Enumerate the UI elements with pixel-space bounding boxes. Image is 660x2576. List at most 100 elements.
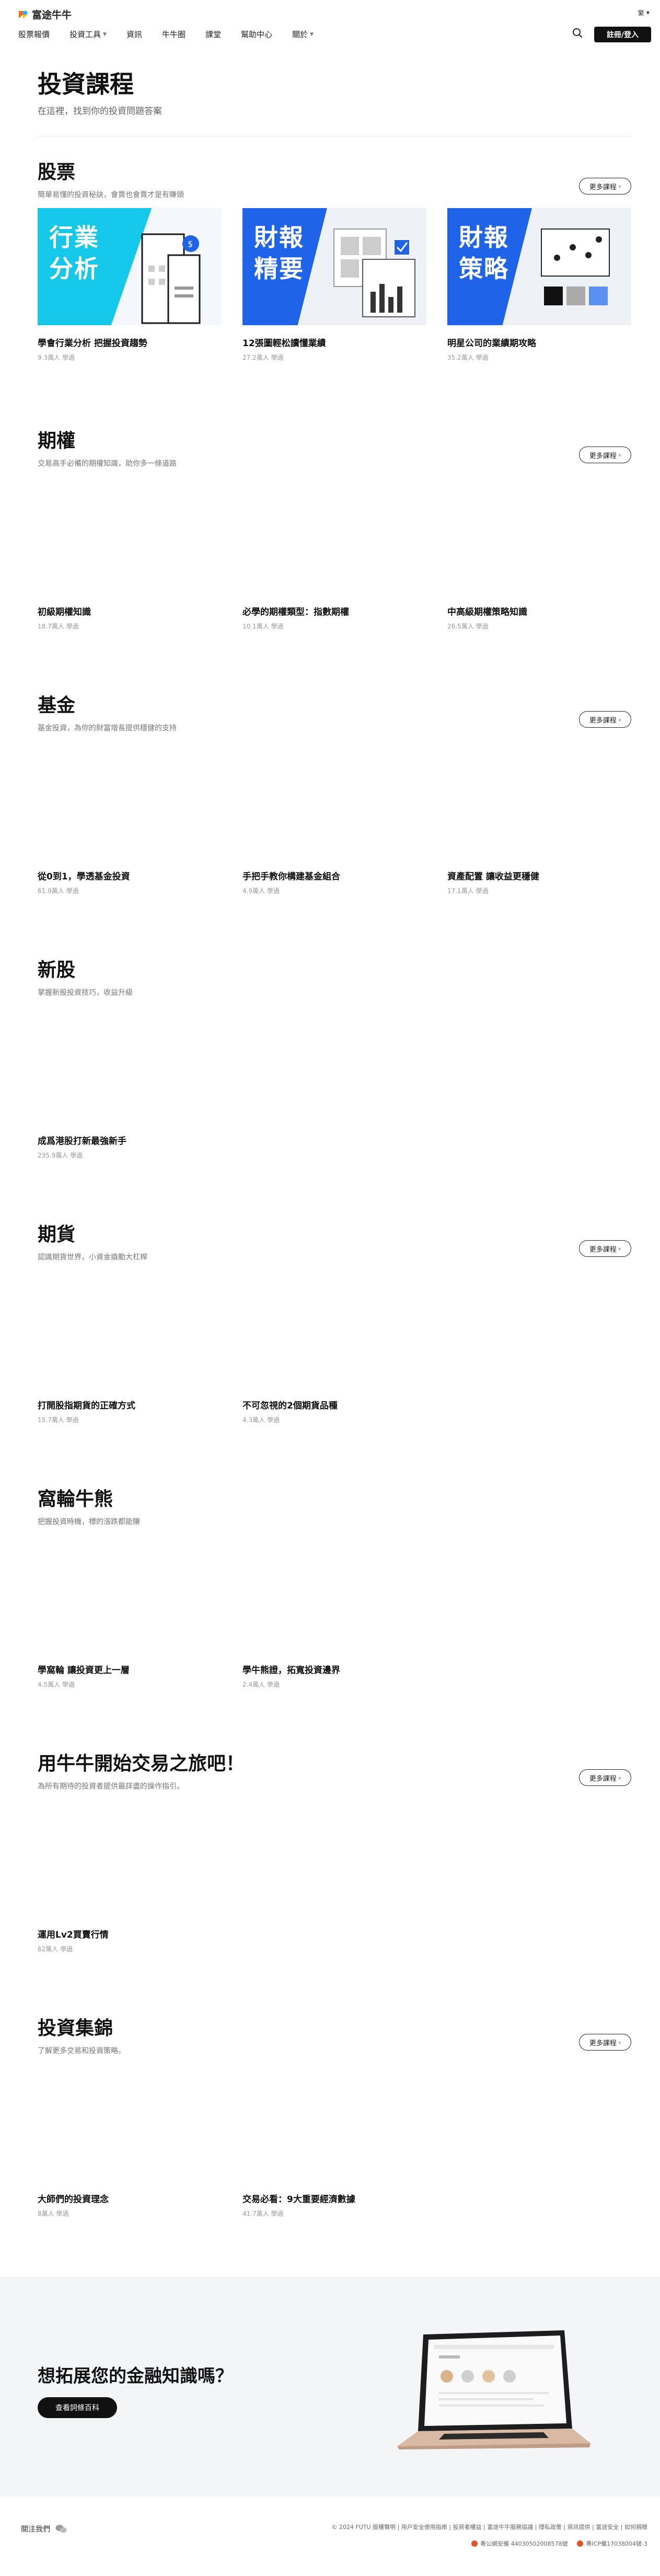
section-title: 股票: [38, 162, 76, 183]
nav-item-label: 資訊: [126, 30, 142, 39]
cta-title: 想拓展您的金融知識嗎？: [38, 2366, 233, 2387]
course-thumbnail: [242, 2064, 426, 2181]
course-card[interactable]: 初級期權知識 18.7萬人 學過: [38, 477, 222, 631]
wechat-icon[interactable]: [55, 2524, 67, 2534]
nav-item-label: 關於: [292, 30, 308, 39]
futu-logo-icon: [19, 10, 27, 19]
nav-item[interactable]: 課堂: [205, 29, 221, 40]
nav-item[interactable]: 股票報價: [18, 29, 50, 40]
section-description: 認識期貨世界，小資金撬動大杠桿: [38, 1253, 147, 1262]
nav-item[interactable]: 關於 ▼: [292, 29, 314, 40]
course-card[interactable]: 從0到1，學透基金投資 61.9萬人 學過: [38, 741, 222, 895]
course-title[interactable]: 交易必看：9大重要經濟數據: [242, 2192, 426, 2205]
login-button[interactable]: 註冊/登入: [594, 27, 651, 42]
follow-us: 關注我們: [21, 2524, 67, 2534]
course-thumbnail: [447, 477, 631, 594]
footer-links[interactable]: © 2024 FUTU 版權聲明 | 用戶安全使用指南 | 投資者權益 | 富途…: [331, 2523, 647, 2531]
glossary-button[interactable]: 查看詞條百科: [38, 2397, 117, 2418]
search-icon[interactable]: [572, 27, 583, 39]
course-thumbnail: [38, 1800, 222, 1917]
icp-text[interactable]: 粵ICP備17038004號-3: [586, 2539, 647, 2548]
course-thumbnail: [242, 741, 426, 858]
course-card[interactable]: 必學的期權類型：指數期權 10.1萬人 學過: [242, 477, 426, 631]
course-card[interactable]: 財報 精要 12張圖輕松讀懂業績 27.2萬人 學過: [242, 208, 426, 362]
course-title[interactable]: 成爲港股打新最強新手: [38, 1134, 222, 1147]
course-title[interactable]: 12張圖輕松讀懂業績: [242, 336, 426, 349]
course-title[interactable]: 手把手教你構建基金組合: [242, 869, 426, 882]
svg-text:$: $: [188, 239, 193, 249]
chevron-down-icon: ▼: [103, 31, 107, 37]
section-description: 為所有期待的投資者提供最詳盡的操作指引。: [38, 1782, 184, 1791]
more-courses-button[interactable]: 更多課程 ›: [579, 446, 631, 463]
brand-logo[interactable]: 富途牛牛: [17, 7, 72, 21]
learner-count: 10.1萬人 學過: [242, 623, 284, 630]
course-title[interactable]: 學牛熊證，拓寬投資邊界: [242, 1663, 426, 1676]
course-card[interactable]: 資產配置 讓收益更穩健 17.1萬人 學過: [447, 741, 631, 895]
learner-count: 235.9萬人 學過: [38, 1152, 83, 1159]
nav-item[interactable]: 投資工具 ▼: [70, 29, 107, 40]
course-card[interactable]: 財報 策略 明星公司的業績期攻略 35.2萬人 學過: [447, 208, 631, 362]
license-text[interactable]: 粵公網安備 44030502008578號: [480, 2539, 568, 2548]
course-thumbnail: [38, 2064, 222, 2181]
course-card[interactable]: 中高級期權策略知識 26.5萬人 學過: [447, 477, 631, 631]
section-title: 投資集錦: [38, 2018, 113, 2039]
course-card[interactable]: 大師們的投資理念 8萬人 學過: [38, 2064, 222, 2218]
nav-item[interactable]: 牛牛圈: [162, 29, 186, 40]
learner-count: 15.7萬人 學過: [38, 1416, 79, 1424]
report-chart-icon: [333, 228, 415, 317]
course-card[interactable]: 學窩輪 讓投資更上一層 4.5萬人 學過: [38, 1535, 222, 1689]
nav-item[interactable]: 資訊: [126, 29, 142, 40]
course-thumbnail: 行業 分析 $: [38, 208, 222, 325]
learner-count: 62萬人 學過: [38, 1945, 73, 1953]
course-title[interactable]: 大師們的投資理念: [38, 2192, 222, 2205]
more-courses-button[interactable]: 更多課程 ›: [579, 1240, 631, 1257]
cta-banner: 想拓展您的金融知識嗎？ 查看詞條百科: [0, 2277, 660, 2497]
course-card[interactable]: 打開股指期貨的正確方式 15.7萬人 學過: [38, 1270, 222, 1424]
more-courses-button[interactable]: 更多課程 ›: [579, 178, 631, 194]
course-card[interactable]: 學牛熊證，拓寬投資邊界 2.4萬人 學過: [242, 1535, 426, 1689]
chevron-right-icon: ›: [618, 1245, 621, 1252]
course-section: 基金 基金投資，為你的財富增長提供穩健的支持 更多課程 › 從0到1，學透基金投資 61.…: [38, 690, 631, 936]
more-courses-button[interactable]: 更多課程 ›: [579, 1769, 631, 1786]
nav-item-label: 股票報價: [18, 30, 50, 39]
more-courses-label: 更多課程: [589, 1245, 617, 1254]
course-title[interactable]: 學會行業分析 把握投資趨勢: [38, 336, 222, 349]
course-title[interactable]: 明星公司的業績期攻略: [447, 336, 631, 349]
learner-count: 61.9萬人 學過: [38, 887, 79, 895]
course-card[interactable]: 不可忽視的2個期貨品種 4.3萬人 學過: [242, 1270, 426, 1424]
section-title: 窩輪牛熊: [38, 1489, 113, 1510]
police-badge-icon: [471, 2540, 478, 2547]
course-section: 窩輪牛熊 把握投資時機，標的漲跌都能賺 學窩輪 讓投資更上一層 4.5萬人 學過 學牛熊…: [38, 1484, 631, 1730]
chevron-down-icon: ▼: [310, 31, 314, 37]
chevron-right-icon: ›: [618, 716, 621, 723]
course-title[interactable]: 學窩輪 讓投資更上一層: [38, 1663, 222, 1676]
course-cards: 從0到1，學透基金投資 61.9萬人 學過 手把手教你構建基金組合 4.9萬人 學過 資…: [38, 741, 631, 895]
course-section: 股票 簡單易懂的投資秘訣，會買也會賣才是有賺頭 更多課程 › 行業 分析 $ 學會行業分析 把…: [38, 157, 631, 403]
more-courses-label: 更多課程: [589, 716, 617, 725]
more-courses-button[interactable]: 更多課程 ›: [579, 2034, 631, 2051]
chevron-right-icon: ›: [618, 1774, 621, 1781]
course-card[interactable]: 行業 分析 $ 學會行業分析 把握投資趨勢 9.3萬人 學過: [38, 208, 222, 362]
course-card[interactable]: 交易必看：9大重要經濟數據 41.7萬人 學過: [242, 2064, 426, 2218]
course-title[interactable]: 從0到1，學透基金投資: [38, 869, 222, 882]
course-title[interactable]: 中高級期權策略知識: [447, 604, 631, 617]
course-title[interactable]: 初級期權知識: [38, 604, 222, 617]
course-card[interactable]: 運用Lv2買賣行情 62萬人 學過: [38, 1800, 222, 1953]
nav-item[interactable]: 幫助中心: [241, 29, 272, 40]
course-thumbnail: [242, 1270, 426, 1388]
course-title[interactable]: 必學的期權類型：指數期權: [242, 604, 426, 617]
section-description: 把握投資時機，標的漲跌都能賺: [38, 1518, 140, 1526]
course-title[interactable]: 打開股指期貨的正確方式: [38, 1398, 222, 1411]
course-thumbnail: [242, 1535, 426, 1652]
course-card[interactable]: 成爲港股打新最強新手 235.9萬人 學過: [38, 1006, 222, 1160]
learner-count: 26.5萬人 學過: [447, 623, 489, 630]
more-courses-button[interactable]: 更多課程 ›: [579, 711, 631, 728]
course-thumbnail: [38, 1270, 222, 1388]
language-switcher[interactable]: 繁 ▼: [638, 8, 650, 17]
course-title[interactable]: 運用Lv2買賣行情: [38, 1927, 222, 1940]
nav-item-label: 課堂: [205, 30, 221, 39]
course-title[interactable]: 資產配置 讓收益更穩健: [447, 869, 631, 882]
learner-count: 35.2萬人 學過: [447, 354, 489, 361]
course-title[interactable]: 不可忽視的2個期貨品種: [242, 1398, 426, 1411]
course-card[interactable]: 手把手教你構建基金組合 4.9萬人 學過: [242, 741, 426, 895]
